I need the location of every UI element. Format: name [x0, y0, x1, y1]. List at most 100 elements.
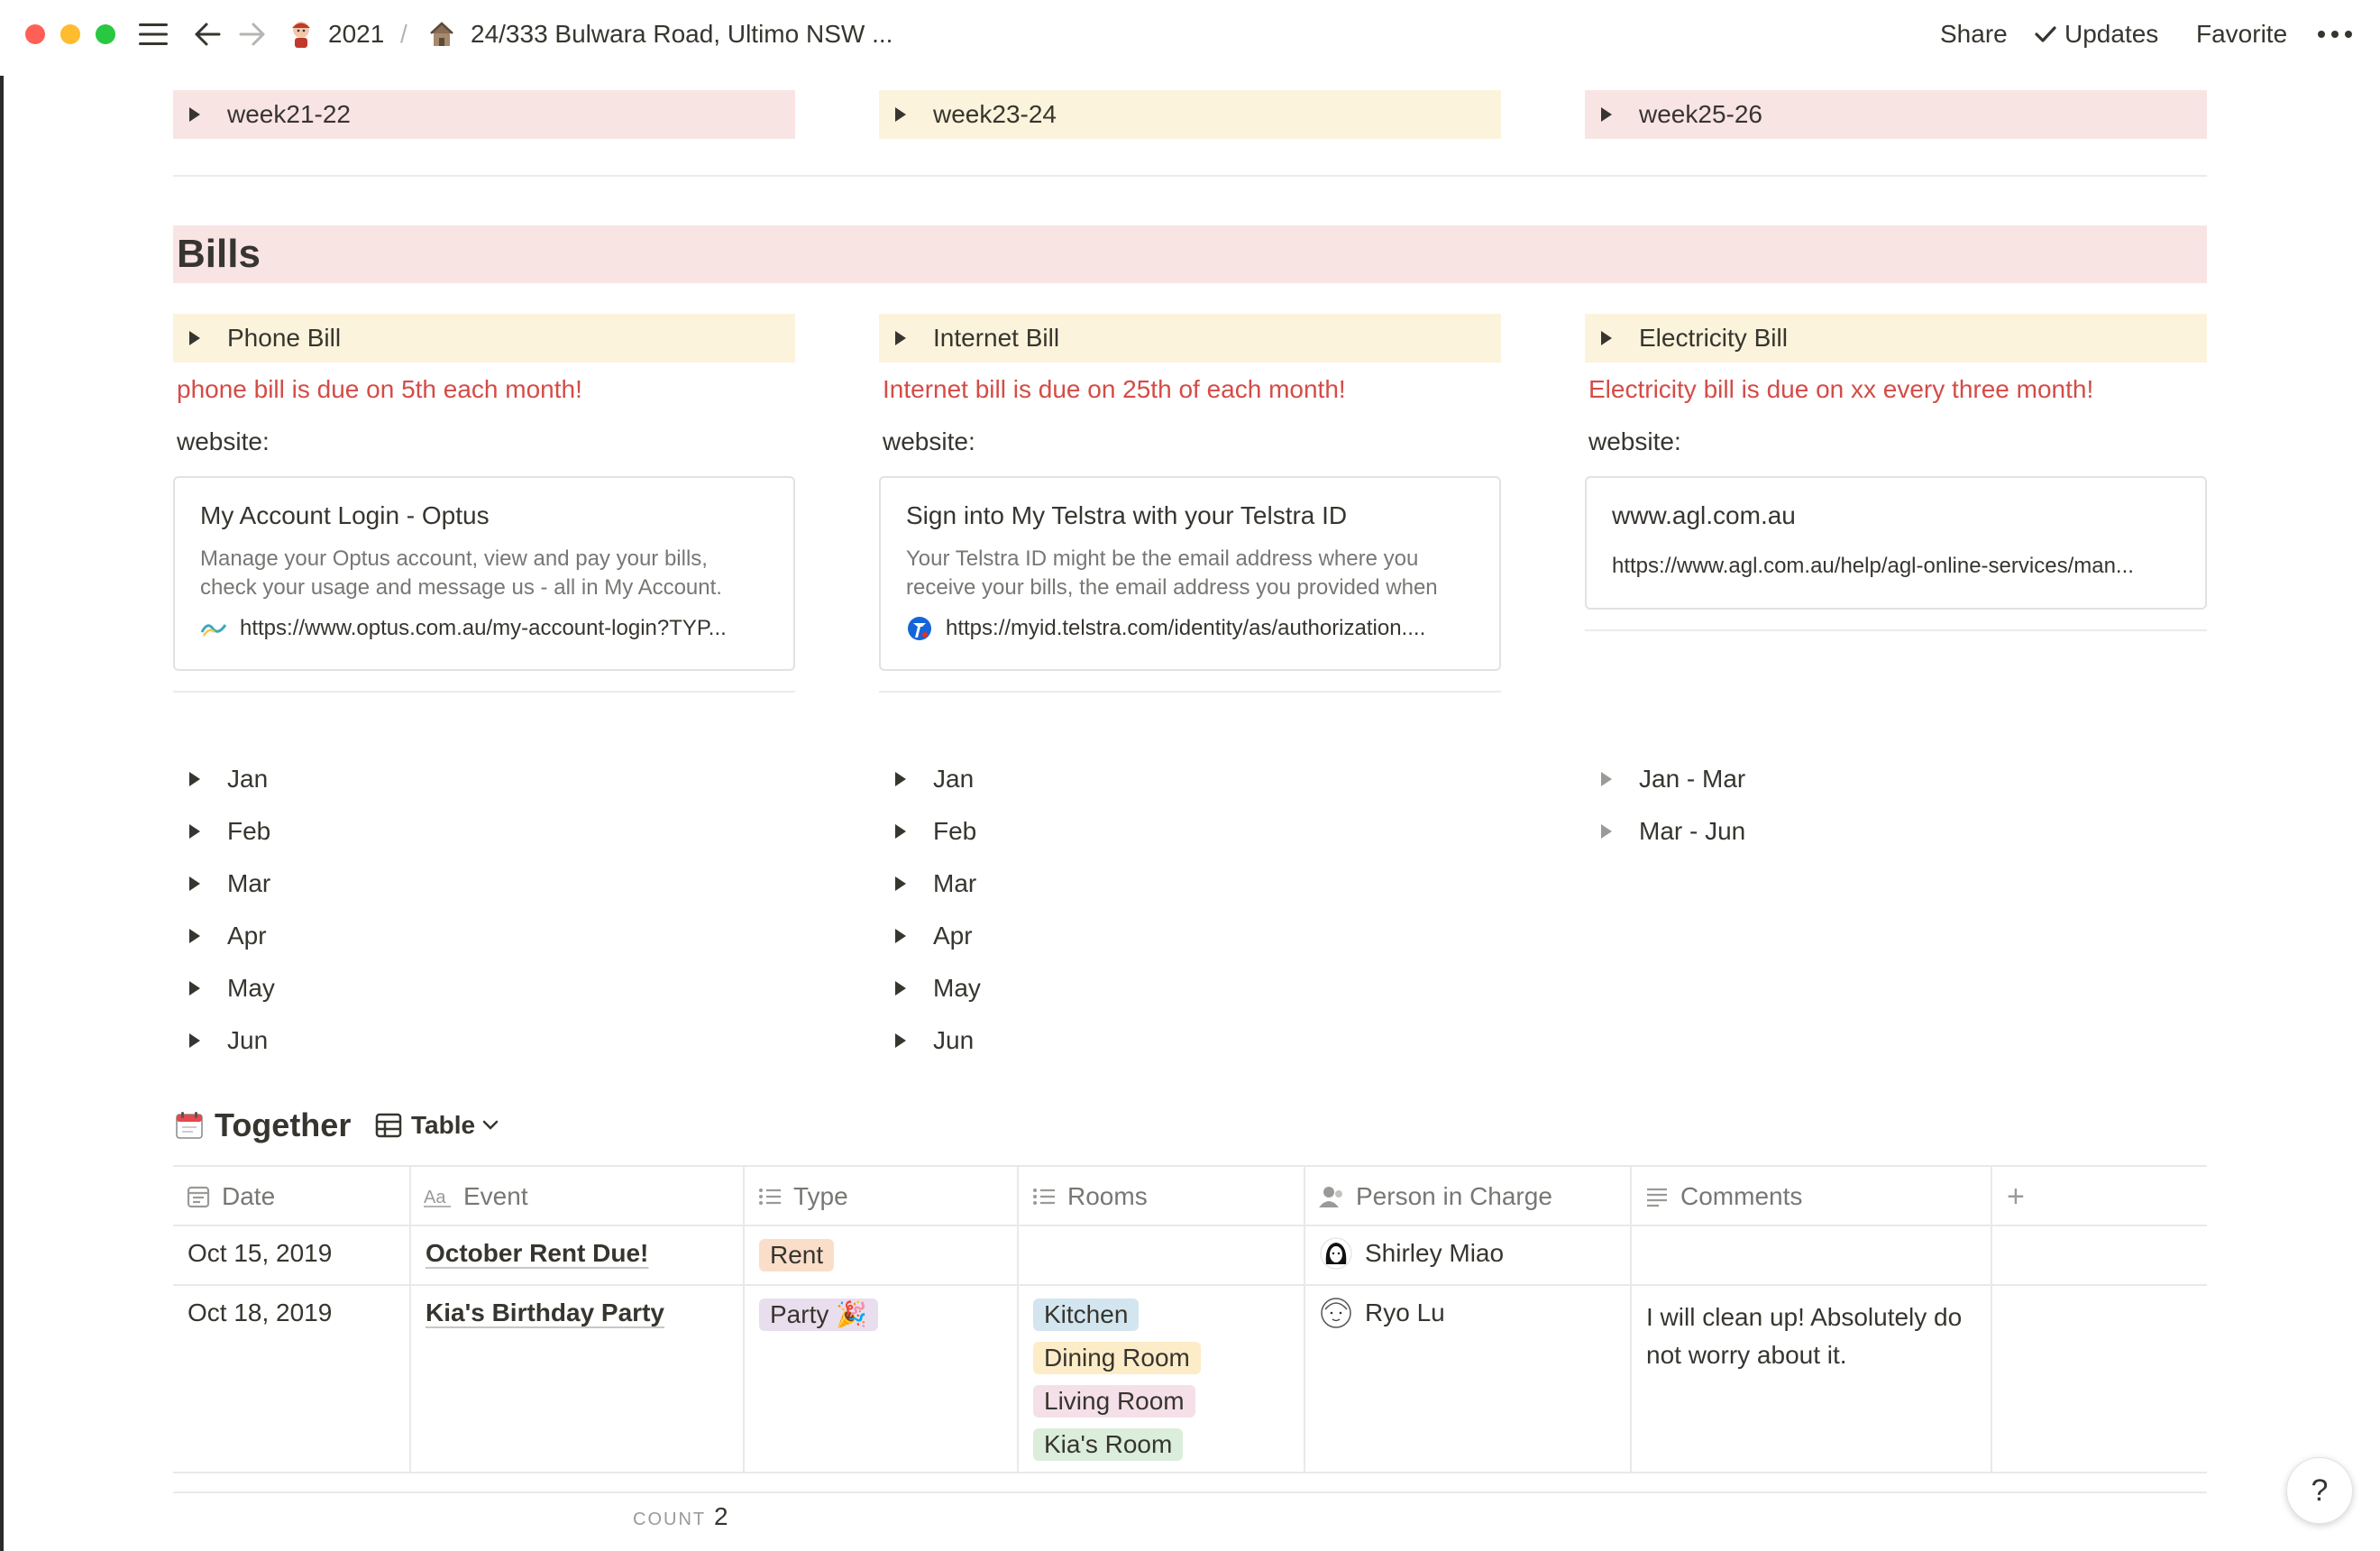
toggle-triangle-icon[interactable] — [173, 876, 227, 892]
toggle-internet-bill[interactable]: Internet Bill — [879, 314, 1501, 363]
toggle-jan-mar[interactable]: Jan - Mar — [1585, 757, 1745, 802]
toggle-triangle-icon[interactable] — [893, 314, 908, 363]
cell-date[interactable]: Oct 18, 2019 — [188, 1299, 332, 1327]
column-header-rooms[interactable]: Rooms — [1031, 1167, 1148, 1226]
toggle-phone-bill[interactable]: Phone Bill — [173, 314, 795, 363]
forward-arrow-icon[interactable] — [236, 16, 269, 52]
list-property-icon — [759, 1188, 781, 1205]
toggle-mar[interactable]: Mar — [879, 861, 976, 906]
table-border — [173, 1472, 2207, 1473]
tag-kias-room[interactable]: Kia's Room — [1033, 1428, 1184, 1461]
title-property-icon: Aa — [424, 1188, 451, 1207]
cell-event[interactable]: Kia's Birthday Party — [426, 1299, 664, 1327]
toggle-electricity-bill[interactable]: Electricity Bill — [1585, 314, 2207, 363]
column-header-date[interactable]: Date — [186, 1167, 275, 1226]
tag-kitchen[interactable]: Kitchen — [1033, 1299, 1140, 1331]
breadcrumb-year[interactable]: 2021 — [328, 16, 384, 52]
toggle-label: Internet Bill — [933, 324, 1060, 352]
toggle-triangle-icon[interactable] — [188, 90, 202, 139]
toggle-triangle-icon[interactable] — [879, 876, 933, 892]
minimize-window-button[interactable] — [60, 24, 80, 44]
toggle-may[interactable]: May — [173, 966, 275, 1011]
table-border — [173, 1284, 2207, 1286]
toggle-jun[interactable]: Jun — [173, 1018, 268, 1063]
phone-bill-due-note: phone bill is due on 5th each month! — [177, 375, 582, 403]
breadcrumb-address[interactable]: 24/333 Bulwara Road, Ultimo NSW ... — [471, 16, 892, 52]
tag-living-room[interactable]: Living Room — [1033, 1385, 1195, 1418]
column-header-label: Comments — [1680, 1182, 1803, 1210]
toggle-triangle-icon[interactable] — [1599, 90, 1614, 139]
toggle-triangle-icon[interactable] — [879, 980, 933, 996]
help-button[interactable]: ? — [2286, 1457, 2353, 1524]
column-header-person[interactable]: Person in Charge — [1318, 1167, 1552, 1226]
toggle-triangle-icon[interactable] — [893, 90, 908, 139]
toggle-triangle-icon[interactable] — [173, 928, 227, 944]
column-header-comments[interactable]: Comments — [1644, 1167, 1802, 1226]
tag-party[interactable]: Party 🎉 — [759, 1299, 878, 1331]
calendar-property-icon — [187, 1186, 210, 1208]
toggle-week25-26[interactable]: week25-26 — [1585, 90, 2207, 139]
cell-person[interactable]: Ryo Lu — [1365, 1299, 1445, 1327]
count-label[interactable]: COUNT — [633, 1510, 706, 1530]
toggle-triangle-icon[interactable] — [1599, 314, 1614, 363]
toggle-apr[interactable]: Apr — [879, 913, 973, 959]
table-icon — [375, 1112, 402, 1139]
cell-event[interactable]: October Rent Due! — [426, 1239, 648, 1268]
add-column-button[interactable]: + — [2007, 1167, 2025, 1226]
telstra-favicon-icon — [906, 615, 933, 642]
website-label: website: — [177, 427, 270, 455]
toggle-jan[interactable]: Jan — [173, 757, 268, 802]
more-options-icon[interactable] — [2315, 16, 2355, 52]
bookmark-agl[interactable]: www.agl.com.au https://www.agl.com.au/he… — [1585, 476, 2207, 610]
column-divider — [1630, 1165, 1632, 1473]
column-header-label: Rooms — [1067, 1182, 1148, 1210]
maximize-window-button[interactable] — [96, 24, 115, 44]
tag-dining-room[interactable]: Dining Room — [1033, 1342, 1201, 1374]
close-window-button[interactable] — [25, 24, 45, 44]
toggle-triangle-icon[interactable] — [879, 823, 933, 840]
toggle-may[interactable]: May — [879, 966, 981, 1011]
toggle-triangle-icon[interactable] — [173, 823, 227, 840]
toggle-mar-jun[interactable]: Mar - Jun — [1585, 809, 1745, 854]
comment-line: not worry about it. — [1646, 1341, 1847, 1369]
column-header-event[interactable]: Aa Event — [424, 1167, 528, 1226]
toggle-feb[interactable]: Feb — [879, 809, 976, 854]
toggle-week23-24[interactable]: week23-24 — [879, 90, 1501, 139]
sidebar-menu-icon[interactable] — [135, 16, 171, 52]
toggle-triangle-icon[interactable] — [879, 1032, 933, 1049]
bookmark-optus[interactable]: My Account Login - Optus Manage your Opt… — [173, 476, 795, 671]
cell-comments[interactable]: I will clean up! Absolutely do not worry… — [1646, 1299, 1962, 1374]
toggle-triangle-icon[interactable] — [173, 980, 227, 996]
favorite-button[interactable]: Favorite — [2196, 16, 2287, 52]
toggle-triangle-icon[interactable] — [173, 1032, 227, 1049]
comment-line: I will clean up! Absolutely do — [1646, 1303, 1963, 1331]
toggle-jan[interactable]: Jan — [879, 757, 974, 802]
share-button[interactable]: Share — [1940, 16, 2008, 52]
back-arrow-icon[interactable] — [191, 16, 224, 52]
toggle-triangle-icon[interactable] — [1585, 771, 1639, 787]
bookmark-telstra[interactable]: Sign into My Telstra with your Telstra I… — [879, 476, 1501, 671]
house-icon — [426, 16, 458, 52]
bookmark-url: https://myid.telstra.com/identity/as/aut… — [946, 616, 1426, 640]
toggle-triangle-icon[interactable] — [188, 314, 202, 363]
view-name: Table — [411, 1111, 476, 1139]
toggle-feb[interactable]: Feb — [173, 809, 270, 854]
toggle-triangle-icon[interactable] — [879, 928, 933, 944]
toggle-label: week25-26 — [1639, 100, 1762, 128]
toggle-mar[interactable]: Mar — [173, 861, 270, 906]
cell-person[interactable]: Shirley Miao — [1365, 1239, 1504, 1268]
column-header-type[interactable]: Type — [757, 1167, 848, 1226]
toggle-week21-22[interactable]: week21-22 — [173, 90, 795, 139]
toggle-triangle-icon[interactable] — [1585, 823, 1639, 840]
toggle-jun[interactable]: Jun — [879, 1018, 974, 1063]
cell-date[interactable]: Oct 15, 2019 — [188, 1239, 332, 1268]
toggle-triangle-icon[interactable] — [173, 771, 227, 787]
toggle-apr[interactable]: Apr — [173, 913, 267, 959]
toggle-triangle-icon[interactable] — [879, 771, 933, 787]
updates-button[interactable]: Updates — [2064, 16, 2158, 52]
toggle-label: Jan - Mar — [1639, 765, 1746, 793]
optus-favicon-icon — [200, 615, 227, 642]
view-switcher[interactable]: Table — [375, 1107, 499, 1143]
database-title[interactable]: Together — [175, 1102, 351, 1149]
tag-rent[interactable]: Rent — [759, 1239, 835, 1271]
